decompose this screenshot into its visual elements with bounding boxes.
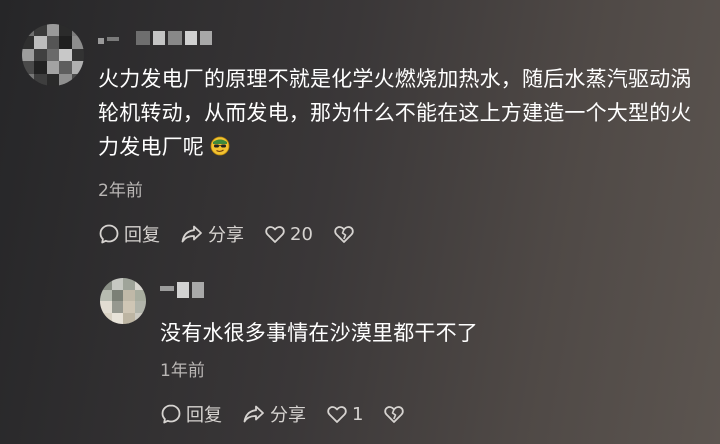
- broken-heart-icon: [384, 406, 405, 423]
- like-count: 20: [290, 223, 313, 245]
- heart-icon: [265, 226, 285, 243]
- share-arrow-icon: [243, 405, 264, 423]
- comment-body: 火力发电厂的原理不就是化学火燃烧加热水，随后水蒸汽驱动涡轮机转动，从而发电，那为…: [98, 62, 708, 164]
- sunglasses-face-icon: [210, 136, 230, 156]
- reply-label: 回复: [124, 225, 160, 246]
- share-arrow-icon: [181, 225, 202, 243]
- reply-button[interactable]: 回复: [98, 221, 160, 247]
- replier-username-blurred[interactable]: [160, 282, 204, 298]
- broken-heart-icon: [334, 226, 354, 243]
- comment-timestamp: 2年前: [98, 181, 143, 201]
- share-button[interactable]: 分享: [180, 221, 244, 247]
- reply-share-button[interactable]: 分享: [242, 401, 306, 427]
- commenter-username-blurred[interactable]: [98, 31, 212, 45]
- reply-reply-button[interactable]: 回复: [160, 401, 222, 427]
- reply-label: 回复: [186, 405, 222, 426]
- reply-actions: 回复 分享 1: [160, 401, 425, 427]
- share-label: 分享: [208, 225, 244, 246]
- reply-like-button[interactable]: 1: [326, 403, 363, 425]
- comment-text: 火力发电厂的原理不就是化学火燃烧加热水，随后水蒸汽驱动涡轮机转动，从而发电，那为…: [98, 67, 692, 159]
- reply-bubble-icon: [99, 224, 119, 244]
- reply-dislike-button[interactable]: [383, 403, 405, 425]
- dislike-button[interactable]: [333, 223, 355, 245]
- like-button[interactable]: 20: [264, 223, 313, 245]
- reply-body: 没有水很多事情在沙漠里都干不了: [160, 321, 478, 345]
- commenter-avatar[interactable]: [22, 24, 84, 86]
- replier-avatar[interactable]: [100, 278, 146, 324]
- like-count: 1: [352, 403, 364, 425]
- share-label: 分享: [270, 405, 306, 426]
- reply-bubble-icon: [161, 404, 181, 424]
- heart-icon: [327, 406, 347, 423]
- reply-timestamp: 1年前: [160, 361, 205, 381]
- comment-actions: 回复 分享 20: [98, 221, 375, 247]
